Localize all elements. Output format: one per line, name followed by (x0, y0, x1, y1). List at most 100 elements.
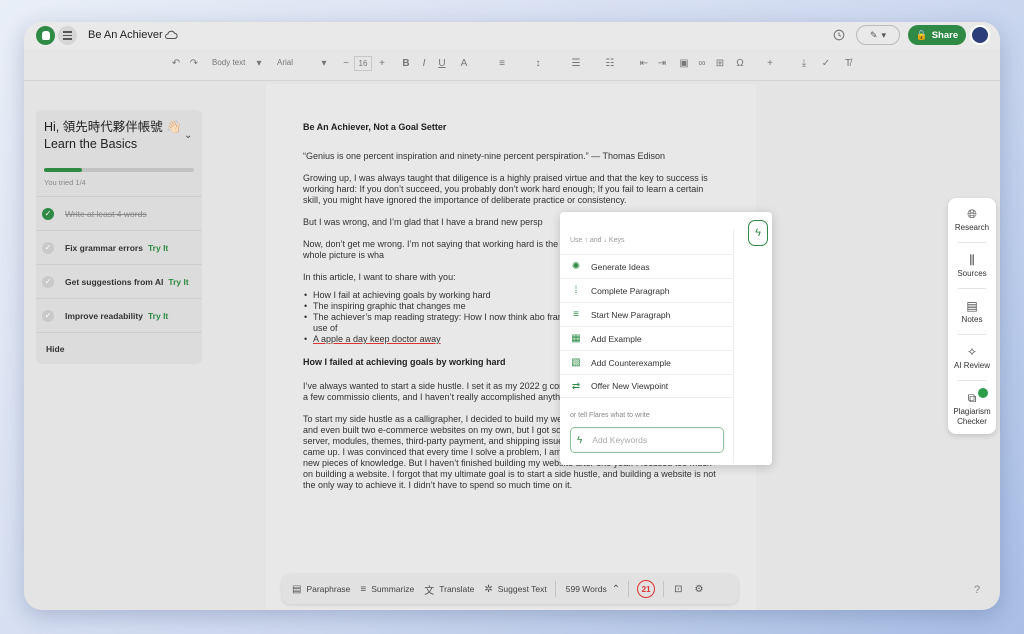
sources-label: Sources (957, 269, 987, 278)
increase-font-icon[interactable]: + (376, 58, 388, 70)
task-item[interactable]: ✓ Get suggestions from AI Try It (36, 264, 202, 298)
redo-icon[interactable]: ↷ (188, 58, 200, 70)
suggest-text-button[interactable]: ✲ Suggest Text (484, 584, 546, 595)
flare-icon: ϟ (577, 434, 583, 446)
font-family-select[interactable]: Arial (277, 58, 293, 67)
clear-format-icon[interactable]: T̸ (842, 58, 854, 70)
word-count-button[interactable]: 599 Words ⌃ (566, 584, 620, 595)
undo-icon[interactable]: ↶ (170, 58, 182, 70)
bold-icon[interactable]: B (400, 58, 412, 70)
lock-icon: 🔒 (915, 29, 928, 41)
tried-count: You tried 1/4 (44, 178, 86, 187)
word-count: 599 Words (565, 584, 607, 594)
try-it-link[interactable]: Try It (148, 311, 168, 321)
learn-progress-bar (44, 168, 194, 172)
bulb-icon: ✺ (571, 261, 581, 272)
complete-paragraph-option[interactable]: ⁞ Complete Paragraph (560, 278, 734, 302)
align-icon[interactable]: ≡ (496, 58, 508, 70)
task-item[interactable]: ✓ Fix grammar errors Try It (36, 230, 202, 264)
start-new-paragraph-option[interactable]: ≡ Start New Paragraph (560, 302, 734, 326)
divider (628, 581, 630, 597)
numbered-list-icon[interactable]: ☷ (604, 58, 616, 70)
flares-menu: Use ↑ and ↓ Keys ✺ Generate Ideas ⁞ Comp… (560, 229, 734, 463)
ai-review-label: AI Review (953, 361, 990, 370)
generate-ideas-option[interactable]: ✺ Generate Ideas (560, 254, 734, 278)
option-label: Start New Paragraph (591, 309, 671, 320)
translate-icon: 文 (424, 585, 435, 597)
link-icon[interactable]: ∞ (696, 58, 708, 70)
research-button[interactable]: 🌐︎ Research (948, 208, 996, 233)
history-icon[interactable] (832, 28, 846, 42)
task-item[interactable]: ✓ Write at least 4 words (36, 196, 202, 230)
help-icon[interactable]: ? (974, 584, 980, 596)
sources-button[interactable]: ⫼ Sources (948, 254, 996, 279)
indent-decrease-icon[interactable]: ⇤ (638, 58, 650, 70)
special-char-icon[interactable]: Ω (734, 58, 746, 70)
issue-count-badge[interactable]: 21 (637, 580, 656, 598)
check-icon: ✓ (42, 309, 54, 322)
task-label: Write at least 4 words (65, 208, 147, 219)
keyboard-hint: Use ↑ and ↓ Keys (570, 237, 625, 244)
books-icon: ⫼ (969, 253, 975, 267)
app-window: Be An Achiever ✎ ▾ 🔒 Share ↶ ↷ Body text… (24, 22, 1000, 610)
hamburger-menu-icon[interactable] (58, 26, 77, 45)
chevron-up-icon: ⌃ (611, 583, 621, 595)
indent-increase-icon[interactable]: ⇥ (656, 58, 668, 70)
table-icon[interactable]: ⊞ (714, 58, 726, 70)
italic-icon[interactable]: I (418, 58, 430, 70)
task-item[interactable]: ✓ Improve readability Try It (36, 298, 202, 332)
collapse-chevron-icon[interactable]: ⌄ (184, 130, 192, 141)
keywords-input[interactable] (592, 435, 703, 445)
add-example-option[interactable]: ▦ Add Example (560, 326, 734, 350)
add-counterexample-option[interactable]: ▧ Add Counterexample (560, 350, 734, 374)
user-avatar[interactable] (970, 25, 990, 45)
summarize-button[interactable]: ≡ Summarize (360, 584, 414, 595)
flare-icon: ϟ (755, 227, 761, 239)
download-icon[interactable]: ⤓ (798, 58, 810, 70)
summarize-label: Summarize (371, 584, 415, 594)
spellcheck-icon[interactable]: ✓ (820, 58, 832, 70)
sparkle-icon: ✲ (484, 583, 493, 595)
text-style-select[interactable]: Body text (212, 58, 245, 67)
translate-button[interactable]: 文 Translate (424, 582, 474, 597)
edit-mode-button[interactable]: ✎ ▾ (856, 25, 900, 45)
divider (958, 380, 986, 381)
font-size-input[interactable]: 16 (354, 56, 372, 71)
check-icon: ✓ (42, 275, 54, 288)
hide-button[interactable]: Hide (46, 344, 64, 354)
bullet-list-icon[interactable]: ☰ (570, 58, 582, 70)
right-tools-panel: 🌐︎ Research ⫼ Sources ▤ Notes ✧ AI Revie… (948, 198, 996, 434)
document-check-icon[interactable]: ⊡ (674, 584, 682, 595)
line-spacing-icon[interactable]: ↕ (532, 58, 544, 70)
task-label: Get suggestions from AI (65, 276, 164, 287)
chevron-down-icon: ▾ (881, 29, 887, 40)
chevron-down-icon[interactable]: ▾ (253, 58, 265, 70)
divider (958, 242, 986, 243)
doc-paragraph: Growing up, I was always taught that dil… (303, 173, 708, 205)
share-button[interactable]: 🔒 Share (908, 25, 966, 45)
ai-review-button[interactable]: ✧ AI Review (948, 346, 996, 371)
text-color-icon[interactable]: A (458, 58, 470, 70)
try-it-link[interactable]: Try It (168, 277, 188, 287)
chevron-down-icon[interactable]: ▾ (318, 58, 330, 70)
settings-gear-icon[interactable]: ⚙ (694, 584, 703, 595)
try-it-link[interactable]: Try It (148, 243, 168, 253)
paraphrase-button[interactable]: ▤ Paraphrase (292, 584, 350, 595)
new-paragraph-icon: ≡ (573, 309, 579, 320)
flares-popup: Use ↑ and ↓ Keys ✺ Generate Ideas ⁞ Comp… (560, 212, 772, 465)
underline-icon[interactable]: U (436, 58, 448, 70)
decrease-font-icon[interactable]: − (340, 58, 352, 70)
offer-new-viewpoint-option[interactable]: ⇄ Offer New Viewpoint (560, 374, 734, 398)
keywords-field[interactable]: ϟ (570, 427, 724, 453)
image-icon[interactable]: ▣ (678, 58, 690, 70)
divider (958, 288, 986, 289)
notes-button[interactable]: ▤ Notes (948, 300, 996, 325)
summarize-icon: ≡ (360, 583, 367, 595)
insert-plus-icon[interactable]: + (764, 58, 776, 70)
document-title[interactable]: Be An Achiever (88, 29, 163, 41)
plagiarism-icon: ⧉ (967, 391, 977, 405)
status-badge (978, 388, 988, 398)
flare-toggle-button[interactable]: ϟ (748, 220, 768, 246)
plagiarism-checker-button[interactable]: ⧉ Plagiarism Checker (948, 388, 996, 427)
app-logo[interactable] (36, 26, 55, 45)
